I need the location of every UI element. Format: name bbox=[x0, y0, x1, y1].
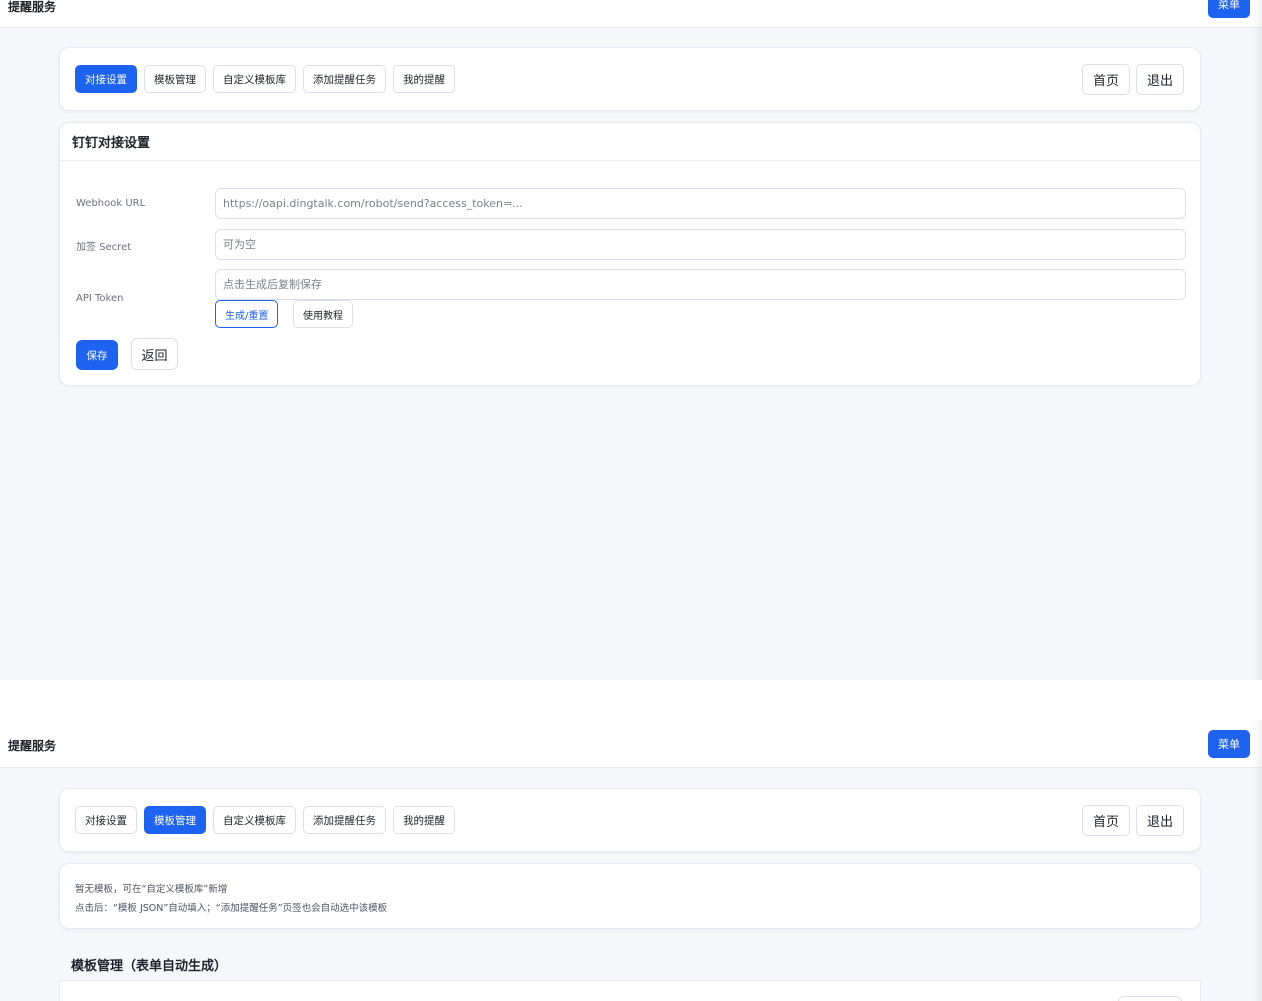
back-button[interactable]: 返回 bbox=[131, 338, 178, 370]
templates-screen: 提醒服务 菜单 对接设置 模板管理 自定义模板库 添加提醒任务 我的提醒 首页 … bbox=[0, 720, 1262, 1001]
home-button[interactable]: 首页 bbox=[1081, 64, 1130, 95]
tab-integration[interactable]: 对接设置 bbox=[75, 806, 137, 834]
webhook-input[interactable] bbox=[215, 188, 1186, 219]
tab-templates[interactable]: 模板管理 bbox=[144, 806, 206, 834]
logout-button[interactable]: 退出 bbox=[1135, 805, 1184, 836]
generate-token-button[interactable]: 生成/重置 bbox=[215, 300, 279, 328]
nav-right: 首页 退出 bbox=[1081, 805, 1184, 836]
screenshot-gap bbox=[0, 680, 1262, 720]
form-action-button[interactable] bbox=[1118, 996, 1182, 1001]
scroll-edge bbox=[1252, 0, 1262, 680]
section-title: 模板管理（表单自动生成） bbox=[71, 959, 228, 974]
tab-custom-library[interactable]: 自定义模板库 bbox=[213, 65, 296, 93]
tab-bar: 对接设置 模板管理 自定义模板库 添加提醒任务 我的提醒 bbox=[75, 65, 455, 93]
home-button[interactable]: 首页 bbox=[1081, 805, 1130, 836]
tab-bar: 对接设置 模板管理 自定义模板库 添加提醒任务 我的提醒 bbox=[75, 806, 455, 834]
top-bar: 提醒服务 菜单 bbox=[0, 720, 1262, 768]
template-form-area bbox=[59, 981, 1201, 1001]
tab-add-task[interactable]: 添加提醒任务 bbox=[303, 65, 386, 93]
card-title: 钉钉对接设置 bbox=[60, 123, 1200, 161]
settings-screen: 提醒服务 菜单 对接设置 模板管理 自定义模板库 添加提醒任务 我的提醒 首页 … bbox=[0, 0, 1262, 680]
token-label: API Token bbox=[76, 293, 124, 304]
menu-button[interactable]: 菜单 bbox=[1208, 0, 1250, 18]
save-button[interactable]: 保存 bbox=[76, 340, 118, 370]
secret-input[interactable] bbox=[215, 229, 1186, 260]
brand-title: 提醒服务 bbox=[8, 739, 57, 753]
tab-add-task[interactable]: 添加提醒任务 bbox=[303, 806, 386, 834]
dingtalk-settings-card: 钉钉对接设置 Webhook URL 加签 Secret API Token 生… bbox=[59, 122, 1201, 386]
logout-button[interactable]: 退出 bbox=[1135, 64, 1184, 95]
tab-integration[interactable]: 对接设置 bbox=[75, 65, 137, 93]
hint-empty: 暂无模板，可在“自定义模板库”新增 bbox=[75, 884, 228, 895]
tab-my-reminders[interactable]: 我的提醒 bbox=[393, 806, 455, 834]
tutorial-button[interactable]: 使用教程 bbox=[293, 300, 353, 328]
webhook-label: Webhook URL bbox=[76, 198, 146, 209]
tab-templates[interactable]: 模板管理 bbox=[144, 65, 206, 93]
nav-card: 对接设置 模板管理 自定义模板库 添加提醒任务 我的提醒 首页 退出 bbox=[59, 47, 1201, 111]
nav-right: 首页 退出 bbox=[1081, 64, 1184, 95]
top-bar: 提醒服务 菜单 bbox=[0, 0, 1262, 28]
brand-title: 提醒服务 bbox=[8, 0, 57, 14]
tab-my-reminders[interactable]: 我的提醒 bbox=[393, 65, 455, 93]
hint-usage: 点击后：“模板 JSON”自动填入；“添加提醒任务”页签也会自动选中该模板 bbox=[75, 903, 388, 914]
token-input[interactable] bbox=[215, 269, 1186, 300]
nav-card: 对接设置 模板管理 自定义模板库 添加提醒任务 我的提醒 首页 退出 bbox=[59, 788, 1201, 852]
secret-label: 加签 Secret bbox=[76, 242, 132, 253]
template-hint-card: 暂无模板，可在“自定义模板库”新增 点击后：“模板 JSON”自动填入；“添加提… bbox=[59, 863, 1201, 929]
tab-custom-library[interactable]: 自定义模板库 bbox=[213, 806, 296, 834]
menu-button[interactable]: 菜单 bbox=[1208, 730, 1250, 758]
scroll-edge bbox=[1252, 720, 1262, 1001]
